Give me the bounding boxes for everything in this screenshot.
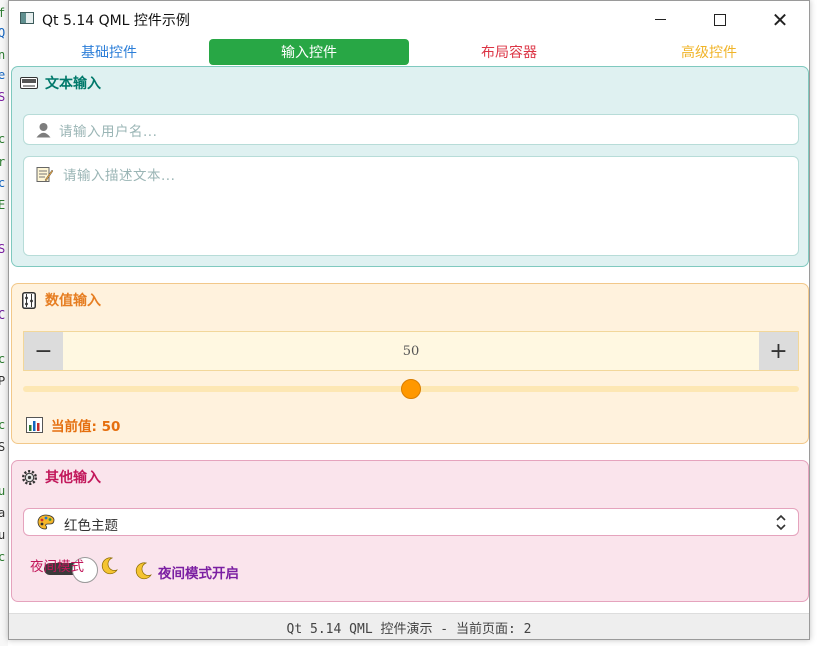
status-moon-icon (134, 562, 152, 584)
title-bar[interactable]: Qt 5.14 QML 控件示例 ✕ (9, 1, 809, 38)
minimize-button[interactable] (630, 1, 690, 38)
tab-bar: 基础控件 输入控件 布局容器 高级控件 (9, 38, 809, 66)
night-mode-status: 夜间模式开启 (158, 566, 239, 582)
tab-advanced-controls[interactable]: 高级控件 (609, 39, 809, 65)
theme-selected-value: 红色主题 (64, 518, 118, 534)
combobox-arrows-icon (775, 513, 787, 536)
value-spinbox: − 50 + (23, 331, 799, 371)
abacus-icon (20, 291, 38, 309)
text-input-group-title: 文本输入 (20, 73, 101, 93)
spinbox-value[interactable]: 50 (63, 332, 759, 370)
numeric-input-group-title: 数值输入 (20, 290, 101, 310)
description-textarea[interactable]: 请输入描述文本... (23, 156, 799, 256)
description-placeholder: 请输入描述文本... (63, 168, 176, 184)
background-editor-strip: f Q n e S c r c E S C c P c S u a u c (0, 0, 8, 646)
status-footer: Qt 5.14 QML 控件演示 - 当前页面: 2 (9, 613, 809, 639)
current-value-text: 当前值: 50 (51, 419, 121, 435)
window-title: Qt 5.14 QML 控件示例 (42, 13, 190, 29)
bar-chart-icon (26, 417, 43, 433)
other-input-group: 其他输入 红色主题 夜间模式 夜间模式开启 (11, 460, 809, 602)
maximize-icon (714, 13, 726, 26)
current-value-display: 当前值: 50 (26, 415, 120, 435)
value-slider-track[interactable] (23, 379, 799, 399)
other-input-group-label: 其他输入 (45, 470, 101, 486)
gear-icon (20, 468, 38, 486)
value-slider-handle[interactable] (401, 379, 421, 399)
app-window: Qt 5.14 QML 控件示例 ✕ 基础控件 输入控件 布局容器 高级控件 文… (8, 0, 810, 640)
minimize-icon (654, 19, 666, 20)
theme-combobox[interactable]: 红色主题 (23, 508, 799, 536)
maximize-button[interactable] (690, 1, 750, 38)
memo-icon (36, 166, 54, 187)
text-input-group-label: 文本输入 (45, 76, 101, 92)
keyboard-icon (20, 74, 38, 92)
text-input-group: 文本输入 请输入用户名... 请输入描述文本... (11, 66, 809, 267)
tab-layout-containers[interactable]: 布局容器 (409, 39, 609, 65)
decrement-button[interactable]: − (24, 332, 63, 370)
tab-input-controls[interactable]: 输入控件 (209, 39, 409, 65)
username-input[interactable]: 请输入用户名... (23, 114, 799, 145)
night-mode-row: 夜间模式 夜间模式开启 (30, 557, 530, 589)
other-input-group-title: 其他输入 (20, 467, 101, 487)
numeric-input-group: 数值输入 − 50 + 当前值: 50 (11, 283, 809, 444)
increment-button[interactable]: + (759, 332, 798, 370)
app-icon (20, 12, 34, 24)
close-button[interactable]: ✕ (750, 1, 809, 38)
user-icon (36, 122, 51, 142)
username-placeholder: 请输入用户名... (59, 124, 158, 140)
numeric-input-group-label: 数值输入 (45, 293, 101, 309)
night-mode-label: 夜间模式 (30, 559, 84, 575)
close-icon: ✕ (771, 7, 789, 32)
palette-icon (37, 514, 55, 534)
tab-basic-controls[interactable]: 基础控件 (9, 39, 209, 65)
crescent-moon-icon (100, 557, 118, 579)
